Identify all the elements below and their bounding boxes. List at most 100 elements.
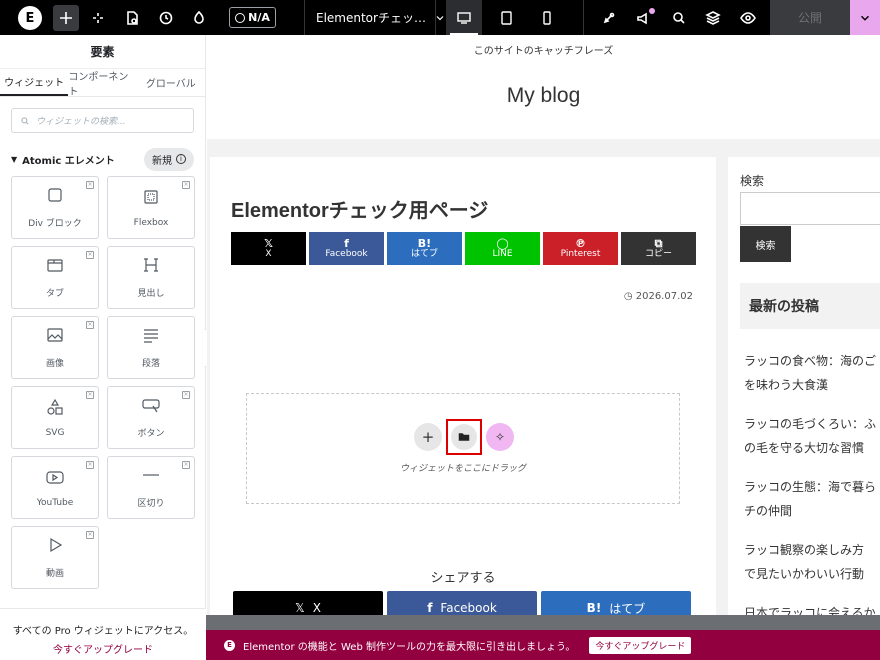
share-x-button[interactable]: 𝕏X <box>231 232 306 265</box>
preview-bottom-strip <box>206 615 880 630</box>
ai-sparkle-icon: ✧ <box>494 430 506 444</box>
share-copy-button[interactable]: ⧉ コピー <box>621 232 696 265</box>
list-item[interactable]: ラッコ観察の楽しみ方 で見たいかわいい行動 <box>744 538 880 586</box>
pro-lock-icon: × <box>182 391 190 399</box>
x-icon: 𝕏 <box>264 236 273 250</box>
na-indicator[interactable]: N/A <box>229 7 276 28</box>
tablet-icon <box>501 10 512 25</box>
contrast-icon <box>194 10 204 24</box>
pro-upsell: すべての Pro ウィジェットにアクセス。 今すぐアップグレード <box>0 608 206 660</box>
share-pinterest-button[interactable]: ℗ Pinterest <box>543 232 618 265</box>
site-header: このサイトのキャッチフレーズ My blog <box>207 35 880 139</box>
mobile-view-button[interactable] <box>529 0 565 35</box>
tabs-icon <box>46 256 64 278</box>
pinterest-icon: ℗ <box>575 236 586 250</box>
widget-grid: × Div ブロック × Flexbox × タブ 見出し × 画像 段落 × SVG ×… <box>11 176 195 589</box>
widget-image[interactable]: × 画像 <box>11 316 99 379</box>
widget-video[interactable]: × 動画 <box>11 526 99 589</box>
share-buttons-top: 𝕏X f Facebook B! はてブ ◯ LINE ℗ Pinterest ⧉ コピー <box>231 232 696 265</box>
widget-dropzone[interactable]: + ✧ ウィジェットをここにドラッグ <box>246 393 680 504</box>
widget-youtube[interactable]: × YouTube <box>11 456 99 519</box>
page-selector[interactable]: Elementorチェッ… <box>316 0 446 35</box>
facebook-icon: f <box>427 601 433 615</box>
youtube-icon <box>46 468 64 490</box>
desktop-icon <box>457 11 471 24</box>
sparkle-nodes-icon <box>93 13 103 23</box>
x-icon: 𝕏 <box>295 601 305 615</box>
banner-upgrade-button[interactable]: 今すぐアップグレード <box>589 636 692 654</box>
widget-button[interactable]: × ボタン <box>107 386 195 449</box>
share-facebook-button[interactable]: f Facebook <box>309 232 384 265</box>
flexbox-icon <box>142 188 160 210</box>
eye-icon <box>740 12 756 24</box>
list-item[interactable]: ラッコの食べ物：海のご を味わう大食漢 <box>744 349 880 397</box>
search-field[interactable] <box>740 192 880 225</box>
page-preview: このサイトのキャッチフレーズ My blog Elementorチェック用ページ… <box>207 35 880 660</box>
pro-lock-icon: × <box>182 181 190 189</box>
site-settings-button[interactable] <box>186 5 212 31</box>
share-heading: シェアする <box>430 571 496 586</box>
search-button[interactable] <box>666 5 692 31</box>
post-title: Elementorチェック用ページ <box>231 200 489 222</box>
tab-global[interactable]: グローバル <box>137 69 205 96</box>
plus-icon <box>60 12 72 24</box>
list-item[interactable]: ラッコの毛づくろい：ふ の毛を守る大切な習慣 <box>744 412 880 460</box>
structure-layers-button[interactable] <box>700 5 726 31</box>
widget-paragraph[interactable]: 段落 <box>107 316 195 379</box>
list-item[interactable]: ラッコの生態：海で暮ら チの仲間 <box>744 475 880 523</box>
preview-button[interactable] <box>735 5 761 31</box>
tab-components[interactable]: コンポーネント <box>68 69 136 98</box>
desktop-view-button[interactable] <box>446 0 482 35</box>
add-element-button[interactable] <box>53 5 79 31</box>
share-hatena-button[interactable]: B! はてブ <box>387 232 462 265</box>
widget-div-block[interactable]: × Div ブロック <box>11 176 99 239</box>
upgrade-link[interactable]: 今すぐアップグレード <box>0 641 206 656</box>
pro-lock-icon: × <box>182 461 190 469</box>
site-title[interactable]: My blog <box>207 84 880 108</box>
add-template-button[interactable] <box>446 419 482 455</box>
widget-divider[interactable]: × 区切り <box>107 456 195 519</box>
banner-text: Elementor の機能と Web 制作ツールの力を最大限に引き出しましょう。 <box>243 641 576 653</box>
category-title: Atomic エレメント <box>22 155 115 167</box>
pro-lock-icon: × <box>86 181 94 189</box>
integrations-button[interactable] <box>596 5 622 31</box>
panel-tabs: ウィジェット コンポーネント グローバル <box>0 69 205 98</box>
pro-lock-icon: × <box>86 391 94 399</box>
clock-icon: ◷ <box>623 291 633 302</box>
category-header[interactable]: ▼ Atomic エレメント 新規 i <box>11 147 194 171</box>
widget-heading[interactable]: 見出し <box>107 246 195 309</box>
panel-title: 要素 <box>0 35 205 69</box>
caret-down-icon: ▼ <box>11 154 18 164</box>
widget-svg[interactable]: × SVG <box>11 386 99 449</box>
elementor-logo-button[interactable]: E <box>18 6 42 30</box>
heading-icon <box>142 256 160 278</box>
page-settings-icon <box>127 11 138 25</box>
tablet-view-button[interactable] <box>488 0 524 35</box>
search-label: 検索 <box>740 174 765 188</box>
add-section-button[interactable]: + <box>414 423 442 451</box>
ai-button[interactable]: ✧ <box>486 423 514 451</box>
layers-icon <box>705 11 721 25</box>
share-line-button[interactable]: ◯ LINE <box>465 232 540 265</box>
blog-sidebar: 検索 検索 最新の投稿 ラッコの食べ物：海のご を味わう大食漢 ラッコの毛づくろい… <box>728 157 880 660</box>
widget-search-input[interactable]: ウィジェットの検索... <box>11 108 194 133</box>
publish-button[interactable]: 公開 <box>770 0 850 35</box>
page-settings-button[interactable] <box>119 5 145 31</box>
image-icon <box>46 326 64 348</box>
divider <box>583 0 584 35</box>
tab-widgets[interactable]: ウィジェット <box>0 69 69 96</box>
top-bar: E N/A Elementorチェッ… 公開 <box>0 0 880 35</box>
dropzone-hint: ウィジェットをここにドラッグ <box>399 464 526 474</box>
history-button[interactable] <box>153 5 179 31</box>
structure-button[interactable] <box>85 5 111 31</box>
widget-flexbox[interactable]: × Flexbox <box>107 176 195 239</box>
widget-tabs[interactable]: × タブ <box>11 246 99 309</box>
publish-options-button[interactable] <box>850 0 880 35</box>
post-date: ◷ 2026.07.02 <box>623 291 693 302</box>
divider <box>304 0 305 35</box>
search-submit-button[interactable]: 検索 <box>740 226 791 262</box>
search-icon <box>21 116 29 124</box>
line-icon: ◯ <box>496 236 509 250</box>
new-badge[interactable]: 新規 i <box>144 147 194 171</box>
main-content: Elementorチェック用ページ 𝕏X f Facebook B! はてブ ◯ LI… <box>210 157 716 660</box>
